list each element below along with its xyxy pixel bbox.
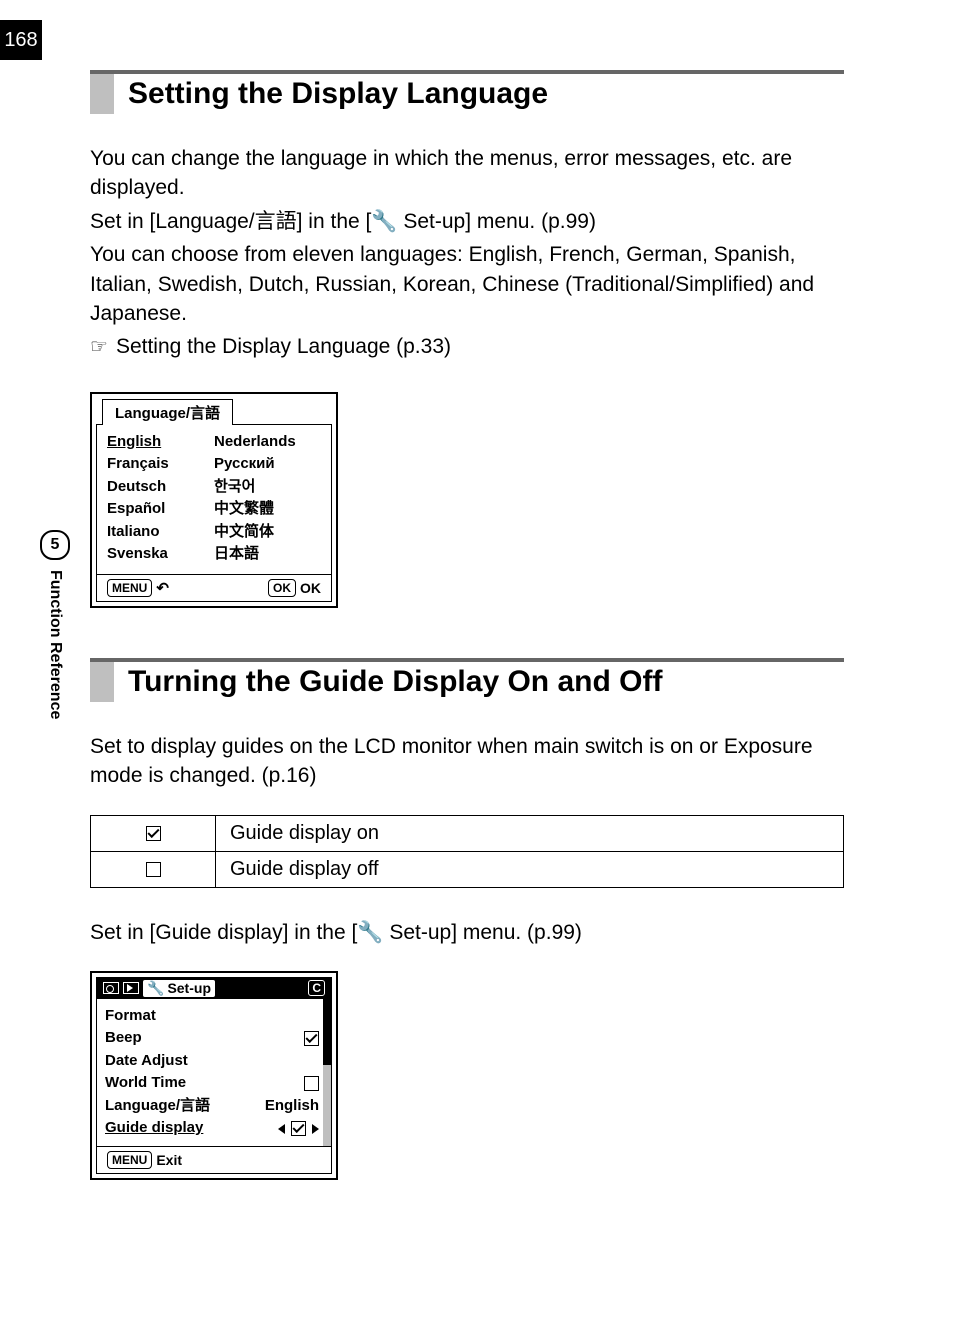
lang-option[interactable]: Русский [214,453,321,476]
wrench-icon: 🔧 [371,210,397,233]
lcd-title: Language/言語 [102,399,233,425]
chapter-tab: 5 Function Reference [40,530,70,719]
heading-text: Setting the Display Language [128,74,548,114]
lang-option[interactable]: Italiano [107,521,214,544]
arrow-left-icon[interactable] [278,1124,285,1134]
paragraph: You can choose from eleven languages: En… [90,240,844,328]
section-heading-guide: Turning the Guide Display On and Off [90,658,844,702]
menu-item-world-time[interactable]: World Time [105,1072,319,1095]
paragraph: Set to display guides on the LCD monitor… [90,732,844,791]
menu-item-format[interactable]: Format [105,1005,319,1028]
checkbox-checked-icon [91,815,216,851]
lang-option[interactable]: Deutsch [107,476,214,499]
arrow-right-icon[interactable] [312,1124,319,1134]
lang-option[interactable]: Français [107,453,214,476]
lang-option[interactable]: 中文繁體 [214,498,321,521]
table-cell: Guide display on [216,815,844,851]
chapter-number: 5 [40,530,70,560]
table-cell: Guide display off [216,851,844,887]
scrollbar[interactable] [323,999,331,1146]
menu-back-button[interactable]: MENU ↶ [107,579,169,597]
language-value: English [265,1095,319,1118]
pointer-icon: ☞ [90,337,108,357]
heading-text: Turning the Guide Display On and Off [128,662,662,702]
lang-option-english[interactable]: English [107,431,214,454]
setup-tab[interactable]: 🔧 Set-up [143,980,215,997]
section-heading-language: Setting the Display Language [90,70,844,114]
lang-option[interactable]: 한국어 [214,476,321,499]
menu-item-guide-display[interactable]: Guide display [105,1117,319,1140]
return-icon: ↶ [156,579,169,597]
menu-button-label: MENU [107,1151,152,1169]
lcd-setup-header: 🔧 Set-up C [97,978,331,999]
menu-item-beep[interactable]: Beep [105,1027,319,1050]
wrench-icon: 🔧 [357,921,383,944]
checkbox-unchecked-icon [304,1076,319,1091]
table-row: Guide display on [91,815,844,851]
camera-tab-icon[interactable] [103,982,119,994]
ok-button[interactable]: OK OK [268,579,321,597]
paragraph: Set in [Guide display] in the [🔧 Set-up]… [90,918,844,947]
menu-button-label: MENU [107,579,152,597]
checkbox-checked-icon [304,1031,319,1046]
checkbox-checked-icon [291,1121,306,1136]
table-row: Guide display off [91,851,844,887]
cross-reference-text: Setting the Display Language (p.33) [116,332,451,361]
setup-tab-label: Set-up [167,980,211,996]
menu-item-date-adjust[interactable]: Date Adjust [105,1050,319,1073]
lcd-setup-menu: 🔧 Set-up C Format Beep Date Adjust World… [90,971,338,1180]
checkbox-unchecked-icon [91,851,216,887]
paragraph: Set in [Language/言語] in the [🔧 Set-up] m… [90,207,844,236]
lcd-language-menu: Language/言語 English Français Deutsch Esp… [90,392,338,608]
ok-button-box: OK [268,579,296,597]
scrollbar-thumb[interactable] [323,999,331,1065]
heading-bar [90,662,114,702]
lang-option[interactable]: Svenska [107,543,214,566]
exit-label: Exit [156,1152,182,1168]
playback-tab-icon[interactable] [123,982,139,994]
lang-option[interactable]: Nederlands [214,431,321,454]
custom-tab-icon[interactable]: C [308,980,325,996]
chapter-label: Function Reference [46,570,64,719]
menu-exit-button[interactable]: MENU Exit [107,1151,182,1169]
cross-reference: ☞ Setting the Display Language (p.33) [90,332,844,361]
guide-display-table: Guide display on Guide display off [90,815,844,888]
lang-option[interactable]: 日本語 [214,543,321,566]
heading-bar [90,74,114,114]
menu-item-language[interactable]: Language/言語English [105,1095,319,1118]
paragraph: You can change the language in which the… [90,144,844,203]
lang-option[interactable]: Español [107,498,214,521]
ok-button-label: OK [300,580,321,596]
wrench-icon: 🔧 [147,980,164,997]
page-number: 168 [0,20,42,60]
lang-option[interactable]: 中文简体 [214,521,321,544]
